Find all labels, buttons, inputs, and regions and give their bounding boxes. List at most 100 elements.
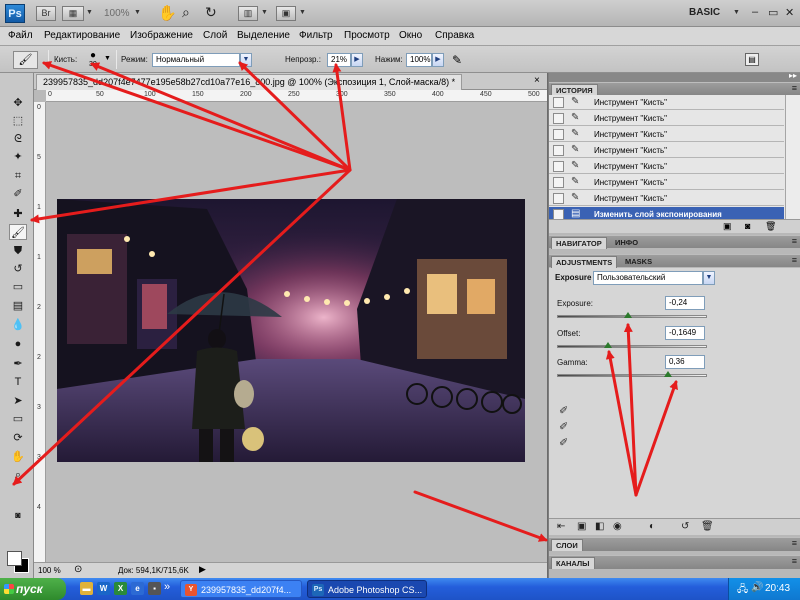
panel-menu-icon[interactable]: ≡ [792, 255, 797, 265]
shape-tool-icon[interactable]: ▭ [9, 411, 27, 427]
history-item[interactable]: ✎ Инструмент "Кисть" [549, 111, 784, 126]
menu-view[interactable]: Просмотр [344, 30, 390, 41]
close-tab-icon[interactable]: × [534, 75, 540, 86]
type-tool-icon[interactable]: T [9, 374, 27, 390]
chevron-down-icon[interactable]: ▼ [86, 9, 93, 16]
3d-rotate-tool-icon[interactable]: ⟳ [9, 430, 27, 446]
zoom-percentage[interactable]: 100 % [38, 566, 61, 575]
gradient-tool-icon[interactable]: ▤ [9, 298, 27, 314]
tool-preset-icon[interactable]: 🖌 [13, 51, 38, 69]
gamma-field[interactable]: 0,36 [665, 355, 705, 369]
panel-menu-icon[interactable]: ≡ [792, 236, 797, 246]
brush-tool-icon[interactable]: 🖌 [9, 224, 27, 240]
eyedropper-tool-icon[interactable]: ✐ [9, 186, 27, 202]
healing-brush-tool-icon[interactable]: ✚ [9, 206, 27, 222]
tablet-pressure-icon[interactable]: ▤ [745, 53, 759, 66]
zoom-level[interactable]: 100% [104, 8, 130, 19]
white-point-eyedropper-icon[interactable]: ✐ [559, 436, 568, 449]
history-checkbox[interactable] [553, 177, 564, 188]
history-scrollbar[interactable] [785, 95, 800, 219]
hand-icon[interactable]: ✋ [158, 4, 177, 22]
clock[interactable]: 20:43 [765, 583, 790, 594]
history-brush-tool-icon[interactable]: ↺ [9, 261, 27, 277]
history-item[interactable]: ✎ Инструмент "Кисть" [549, 127, 784, 142]
airbrush-icon[interactable]: ✎ [452, 53, 462, 67]
quick-launch-folder-icon[interactable]: ▬ [80, 582, 93, 595]
chevron-down-icon[interactable]: ▼ [104, 55, 111, 62]
opacity-field[interactable]: 21% [327, 53, 351, 67]
tab-navigator[interactable]: НАВИГАТОР [551, 237, 607, 249]
quick-launch-ie-icon[interactable]: e [131, 582, 144, 595]
chevron-down-icon[interactable]: ▼ [733, 9, 740, 16]
trash-icon[interactable]: 🗑 [701, 521, 714, 532]
history-checkbox[interactable] [553, 145, 564, 156]
gray-point-eyedropper-icon[interactable]: ✐ [559, 420, 568, 433]
quick-launch-excel-icon[interactable]: X [114, 582, 127, 595]
magic-wand-tool-icon[interactable]: ✦ [9, 149, 27, 165]
brush-tip-icon[interactable]: ● [87, 51, 99, 61]
chevron-right-icon[interactable]: ▶ [199, 564, 206, 575]
dodge-tool-icon[interactable]: ● [9, 336, 27, 352]
history-item[interactable]: ✎ Инструмент "Кисть" [549, 159, 784, 174]
zoom-tool-icon[interactable]: ⌕ [9, 467, 27, 483]
hand-tool-icon[interactable]: ✋ [9, 449, 27, 465]
expand-view-icon[interactable]: ▣ [577, 521, 586, 532]
move-tool-icon[interactable]: ✥ [9, 95, 27, 111]
history-item[interactable]: ✎ Инструмент "Кисть" [549, 143, 784, 158]
taskbar-button-browser[interactable]: Y 239957835_dd207f4... [180, 580, 302, 598]
panel-menu-icon[interactable]: ≡ [792, 83, 797, 93]
path-selection-tool-icon[interactable]: ➤ [9, 393, 27, 409]
exposure-slider-thumb[interactable] [623, 312, 632, 318]
offset-slider[interactable] [557, 345, 707, 348]
zoom-icon[interactable]: ⌕ [182, 4, 190, 21]
trash-icon[interactable]: 🗑 [765, 221, 776, 232]
offset-slider-thumb[interactable] [604, 342, 612, 348]
menu-window[interactable]: Окно [399, 30, 422, 41]
history-checkbox[interactable] [553, 113, 564, 124]
visibility-eye-icon[interactable]: ◉ [613, 521, 622, 532]
chevron-down-icon[interactable]: ▼ [261, 9, 268, 16]
restore-icon[interactable]: ▭ [768, 6, 778, 19]
rotate-view-icon[interactable]: ↻ [205, 4, 217, 21]
history-checkbox[interactable] [553, 161, 564, 172]
network-icon[interactable]: 🖧 [737, 582, 748, 599]
lasso-tool-icon[interactable]: ᘓ [9, 131, 27, 147]
document-tab[interactable]: 239957835_dd207f4e7477e195e58b27cd10a77e… [36, 74, 463, 90]
history-checkbox[interactable] [553, 193, 564, 204]
history-item[interactable]: ✎ Инструмент "Кисть" [549, 175, 784, 190]
chevron-right-icon[interactable]: ▶ [351, 53, 363, 67]
quick-launch-word-icon[interactable]: W [97, 582, 110, 595]
blend-mode-select[interactable]: Нормальный [152, 53, 240, 67]
quick-launch-chevron-icon[interactable]: » [164, 581, 170, 593]
night-street-photo[interactable] [57, 199, 525, 462]
quick-launch-app-icon[interactable]: ▪ [148, 582, 161, 595]
volume-icon[interactable]: 🔊 [751, 582, 763, 593]
panel-menu-icon[interactable]: ≡ [792, 556, 797, 566]
screen-mode-icon[interactable]: ▣ [276, 6, 296, 21]
black-point-eyedropper-icon[interactable]: ✐ [559, 404, 568, 417]
history-item[interactable]: ✎ Инструмент "Кисть" [549, 191, 784, 206]
minimize-icon[interactable]: – [752, 6, 758, 18]
chevron-down-icon[interactable]: ▼ [703, 271, 715, 285]
collapse-icon[interactable]: ▸▸ [789, 71, 797, 80]
bridge-icon[interactable]: Br [36, 6, 56, 21]
return-arrow-icon[interactable]: ⇤ [557, 521, 565, 532]
chevron-down-icon[interactable]: ▼ [240, 53, 252, 67]
canvas-area[interactable] [46, 102, 547, 562]
tab-adjustments[interactable]: ADJUSTMENTS [551, 256, 618, 268]
menu-filter[interactable]: Фильтр [299, 30, 333, 41]
new-document-icon[interactable]: ▣ [723, 221, 732, 232]
view-extras-icon[interactable]: ▦ [62, 6, 84, 21]
panel-menu-icon[interactable]: ≡ [792, 538, 797, 548]
menu-select[interactable]: Выделение [237, 30, 290, 41]
marquee-tool-icon[interactable]: ⬚ [9, 113, 27, 129]
start-button[interactable]: пуск [0, 578, 66, 600]
exposure-field[interactable]: -0,24 [665, 296, 705, 310]
close-icon[interactable]: ✕ [785, 6, 794, 19]
quick-mask-icon[interactable]: ◙ [9, 507, 27, 523]
panel-dock-header[interactable]: ▸▸ [549, 71, 800, 82]
history-item[interactable]: ✎ Инструмент "Кисть" [549, 95, 784, 110]
chevron-down-icon[interactable]: ▼ [299, 9, 306, 16]
tab-channels[interactable]: КАНАЛЫ [551, 557, 595, 569]
flow-field[interactable]: 100% [406, 53, 432, 67]
